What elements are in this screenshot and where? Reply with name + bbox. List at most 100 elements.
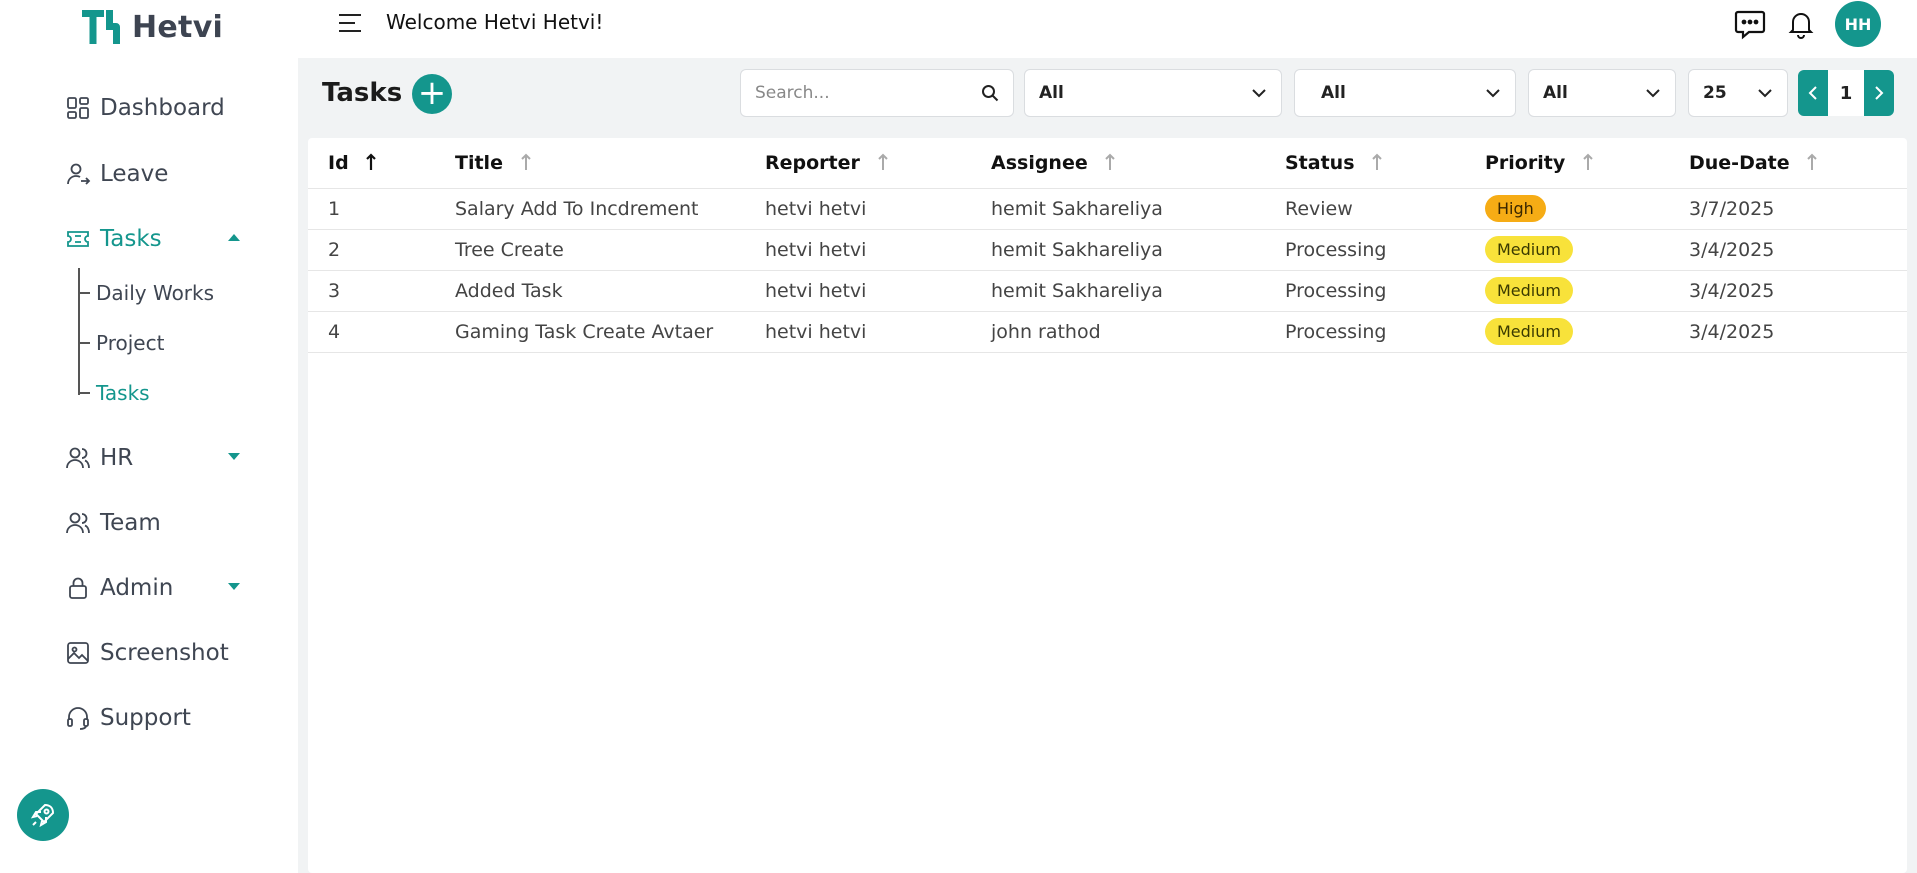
column-header-title[interactable]: Title xyxy=(435,138,745,189)
cell-id: 4 xyxy=(308,311,435,353)
assignee-filter-select[interactable]: All xyxy=(1528,69,1676,117)
chevron-down-icon xyxy=(1758,89,1772,98)
cell-priority: Medium xyxy=(1465,229,1669,271)
subnav-item-daily-works[interactable]: Daily Works xyxy=(78,278,214,308)
table-header-row: Id Title Reporter Assignee Status Priori… xyxy=(308,138,1907,189)
sidebar-item-dashboard[interactable]: Dashboard xyxy=(64,88,240,128)
cell-reporter: hetvi hetvi xyxy=(745,229,971,271)
page-size-select[interactable]: 25 xyxy=(1688,69,1788,117)
next-page-button[interactable] xyxy=(1864,70,1894,116)
subnav-item-tasks[interactable]: Tasks xyxy=(78,378,150,408)
ticket-icon xyxy=(64,225,92,253)
cell-reporter: hetvi hetvi xyxy=(745,311,971,353)
search-input[interactable] xyxy=(755,83,981,103)
top-header: Welcome Hetvi Hetvi! HH xyxy=(298,0,1917,58)
sidebar-item-label: Leave xyxy=(100,161,169,187)
tasks-table-panel: Id Title Reporter Assignee Status Priori… xyxy=(308,138,1907,873)
sidebar-item-screenshot[interactable]: Screenshot xyxy=(64,633,240,673)
prev-page-button[interactable] xyxy=(1798,70,1828,116)
rocket-button[interactable] xyxy=(17,789,69,841)
cell-assignee: john rathod xyxy=(971,311,1265,353)
status-filter-select[interactable]: All xyxy=(1024,69,1282,117)
priority-badge: High xyxy=(1485,195,1546,222)
user-avatar[interactable]: HH xyxy=(1835,1,1881,47)
chevron-up-icon xyxy=(228,234,240,241)
cell-priority: Medium xyxy=(1465,270,1669,312)
subnav-item-project[interactable]: Project xyxy=(78,328,164,358)
cell-id: 3 xyxy=(308,270,435,312)
cell-title: Gaming Task Create Avtaer xyxy=(435,311,745,353)
sidebar-item-team[interactable]: Team xyxy=(64,503,240,543)
sort-arrow-icon xyxy=(1583,153,1593,170)
users-icon xyxy=(64,509,92,537)
select-value: All xyxy=(1321,83,1346,103)
cell-id: 1 xyxy=(308,188,435,230)
column-header-priority[interactable]: Priority xyxy=(1465,138,1669,189)
pagination: 1 xyxy=(1798,70,1894,116)
cell-status: Review xyxy=(1265,188,1465,230)
sort-arrow-icon xyxy=(1372,153,1382,170)
cell-title: Added Task xyxy=(435,270,745,312)
column-header-id[interactable]: Id xyxy=(308,138,435,189)
cell-priority: Medium xyxy=(1465,311,1669,353)
table-row[interactable]: 3 Added Task hetvi hetvi hemit Sakhareli… xyxy=(308,270,1907,312)
table-row[interactable]: 2 Tree Create hetvi hetvi hemit Sakharel… xyxy=(308,229,1907,271)
column-label: Priority xyxy=(1485,151,1566,174)
sort-arrow-icon xyxy=(1105,153,1116,170)
cell-assignee: hemit Sakhareliya xyxy=(971,229,1265,271)
column-header-assignee[interactable]: Assignee xyxy=(971,138,1265,189)
table-row[interactable]: 1 Salary Add To Incdrement hetvi hetvi h… xyxy=(308,188,1907,230)
tasks-subnav: Daily Works Project Tasks xyxy=(78,268,238,405)
add-task-button[interactable]: + xyxy=(412,74,452,114)
cell-reporter: hetvi hetvi xyxy=(745,188,971,230)
chevron-down-icon xyxy=(1252,89,1266,98)
search-icon[interactable] xyxy=(981,84,999,102)
plus-icon: + xyxy=(417,73,447,113)
sidebar-item-label: Admin xyxy=(100,575,174,601)
table-row[interactable]: 4 Gaming Task Create Avtaer hetvi hetvi … xyxy=(308,311,1907,353)
sidebar-item-label: Tasks xyxy=(100,226,162,252)
sidebar-item-label: HR xyxy=(100,445,134,471)
sidebar-item-support[interactable]: Support xyxy=(64,698,240,738)
cell-title: Tree Create xyxy=(435,229,745,271)
hamburger-menu-icon[interactable] xyxy=(338,13,364,33)
priority-filter-select[interactable]: All xyxy=(1294,69,1516,117)
sidebar-item-leave[interactable]: Leave xyxy=(64,154,240,194)
priority-badge: Medium xyxy=(1485,236,1573,263)
cell-due-date: 3/4/2025 xyxy=(1669,270,1907,312)
column-header-due-date[interactable]: Due-Date xyxy=(1669,138,1907,189)
subnav-label: Tasks xyxy=(96,381,150,405)
cell-status: Processing xyxy=(1265,311,1465,353)
rocket-icon xyxy=(30,803,55,828)
sort-arrow-icon xyxy=(520,153,531,170)
brand-name: Hetvi xyxy=(132,9,224,45)
sidebar-item-tasks[interactable]: Tasks xyxy=(64,219,240,259)
tasks-toolbar: Tasks + All All All 25 1 xyxy=(298,58,1917,128)
column-label: Status xyxy=(1285,151,1355,174)
chevron-down-icon xyxy=(1646,89,1660,98)
column-label: Title xyxy=(455,151,503,174)
page-title: Tasks xyxy=(322,78,403,108)
sidebar-item-admin[interactable]: Admin xyxy=(64,568,240,608)
tasks-table: Id Title Reporter Assignee Status Priori… xyxy=(308,138,1907,353)
user-arrow-icon xyxy=(64,160,92,188)
chevron-right-icon xyxy=(1875,86,1884,100)
tree-branch xyxy=(78,292,90,294)
lock-icon xyxy=(64,574,92,602)
chevron-down-icon xyxy=(228,583,240,590)
sidebar: Hetvi Dashboard Leave Tasks HR Team Admi… xyxy=(0,0,298,873)
chevron-left-icon xyxy=(1808,86,1817,100)
cell-assignee: hemit Sakhareliya xyxy=(971,188,1265,230)
column-label: Due-Date xyxy=(1689,151,1790,174)
sidebar-item-hr[interactable]: HR xyxy=(64,438,240,478)
priority-badge: Medium xyxy=(1485,277,1573,304)
chat-icon[interactable] xyxy=(1733,7,1767,41)
column-header-status[interactable]: Status xyxy=(1265,138,1465,189)
bell-icon[interactable] xyxy=(1785,8,1817,40)
sidebar-item-label: Team xyxy=(100,510,161,536)
column-header-reporter[interactable]: Reporter xyxy=(745,138,971,189)
sidebar-item-label: Screenshot xyxy=(100,640,229,666)
subnav-label: Project xyxy=(96,331,165,355)
brand-logo[interactable]: Hetvi xyxy=(80,6,223,48)
search-box xyxy=(740,69,1014,117)
